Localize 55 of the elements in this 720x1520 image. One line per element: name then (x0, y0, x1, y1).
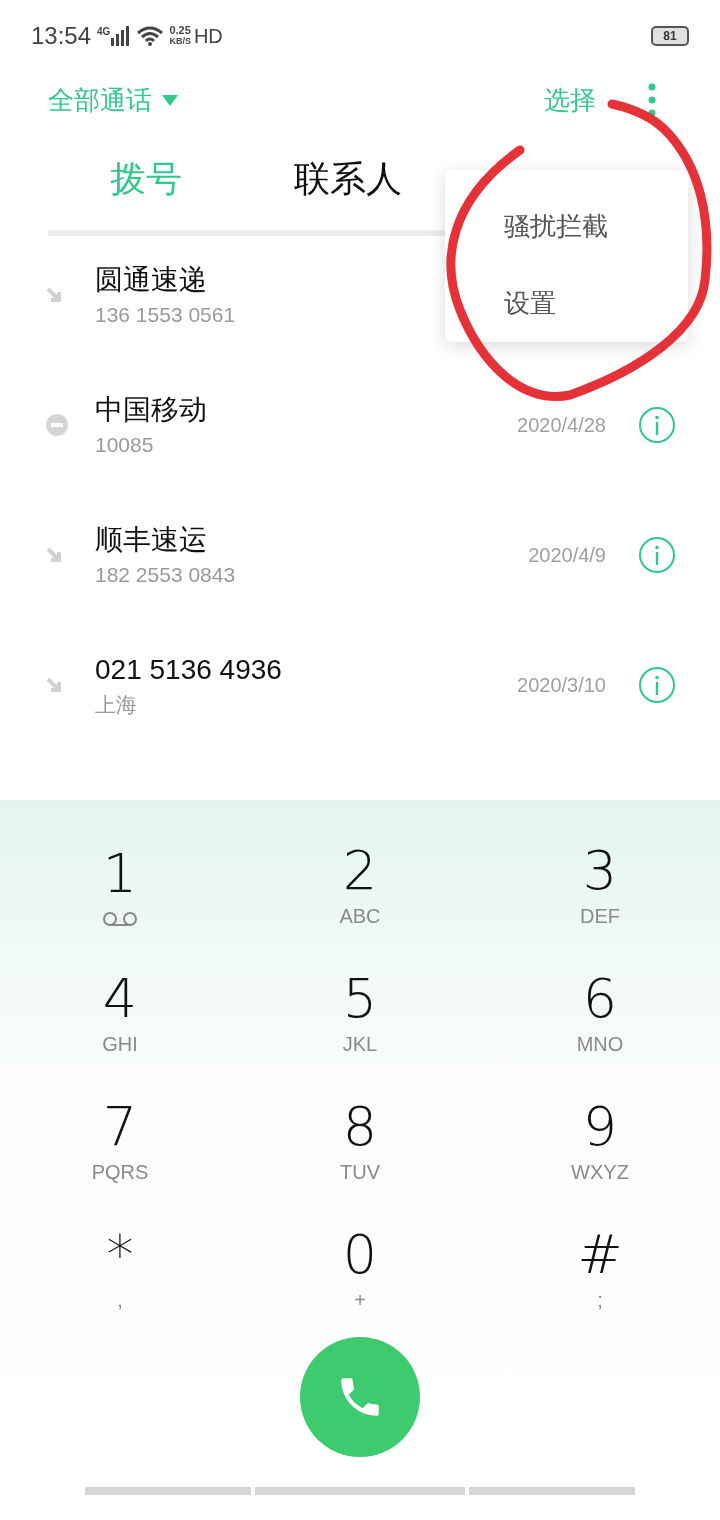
key-letters: + (354, 1288, 366, 1313)
call-detail: 上海 (95, 692, 137, 718)
key-letters: DEF (580, 904, 620, 929)
dial-key[interactable]: 5 JKL (240, 948, 480, 1076)
key-digit: 8 (342, 1095, 378, 1159)
contact-name: 中国移动 (95, 393, 207, 427)
key-digit: 1 (102, 842, 138, 906)
contact-name: 021 5136 4936 (95, 653, 282, 687)
dial-key[interactable]: # ; (480, 1204, 720, 1332)
menu-item[interactable]: 骚扰拦截 (445, 188, 688, 265)
dial-key[interactable]: 1 (0, 820, 240, 948)
network-type: 4G (97, 25, 111, 39)
dial-key[interactable]: 9 WXYZ (480, 1076, 720, 1204)
dial-key[interactable]: 7 PQRS (0, 1076, 240, 1204)
call-detail: 10085 (95, 432, 154, 458)
key-digit: 9 (582, 1095, 618, 1159)
key-letters: , (117, 1288, 123, 1313)
key-letters: ABC (339, 904, 381, 929)
dial-key[interactable]: 3 DEF (480, 820, 720, 948)
key-letters: MNO (576, 1032, 624, 1057)
key-digit: 2 (342, 839, 378, 903)
key-digit: # (577, 1223, 623, 1287)
dial-key[interactable]: * , (0, 1204, 240, 1332)
key-letters: WXYZ (571, 1160, 629, 1185)
call-detail: 182 2553 0843 (95, 562, 236, 588)
menu-item[interactable]: 设置 (445, 265, 688, 342)
call-date: 2020/4/28 (517, 413, 606, 438)
key-letters: TUV (340, 1160, 380, 1185)
status-time: 13:54 (31, 21, 92, 51)
contact-name: 圆通速递 (95, 263, 207, 297)
tab[interactable]: 联系人 (294, 152, 402, 206)
key-letters: JKL (342, 1032, 378, 1057)
battery-indicator: 81 (651, 26, 689, 46)
key-digit: 6 (582, 967, 618, 1031)
key-letters: GHI (102, 1032, 138, 1057)
key-letters: ; (597, 1288, 603, 1313)
speed-unit: KB/S (169, 36, 191, 47)
key-digit: 0 (342, 1223, 378, 1287)
dial-key[interactable]: 0 + (240, 1204, 480, 1332)
call-date: 2020/3/10 (517, 673, 606, 698)
key-digit: * (106, 1223, 134, 1287)
key-digit: 7 (102, 1095, 138, 1159)
dial-key[interactable]: 2 ABC (240, 820, 480, 948)
dial-key[interactable]: 6 MNO (480, 948, 720, 1076)
key-digit: 3 (582, 839, 618, 903)
call-date: 2020/4/9 (528, 543, 606, 568)
dial-key[interactable]: 8 TUV (240, 1076, 480, 1204)
contact-name: 顺丰速运 (95, 523, 207, 557)
dial-key[interactable]: 4 GHI (0, 948, 240, 1076)
key-letters: PQRS (91, 1160, 149, 1185)
key-digit: 4 (102, 967, 138, 1031)
key-digit: 5 (342, 967, 378, 1031)
call-detail: 136 1553 0561 (95, 302, 236, 328)
hd-indicator: HD (193, 24, 223, 49)
speed-value: 0.25 (169, 25, 191, 36)
